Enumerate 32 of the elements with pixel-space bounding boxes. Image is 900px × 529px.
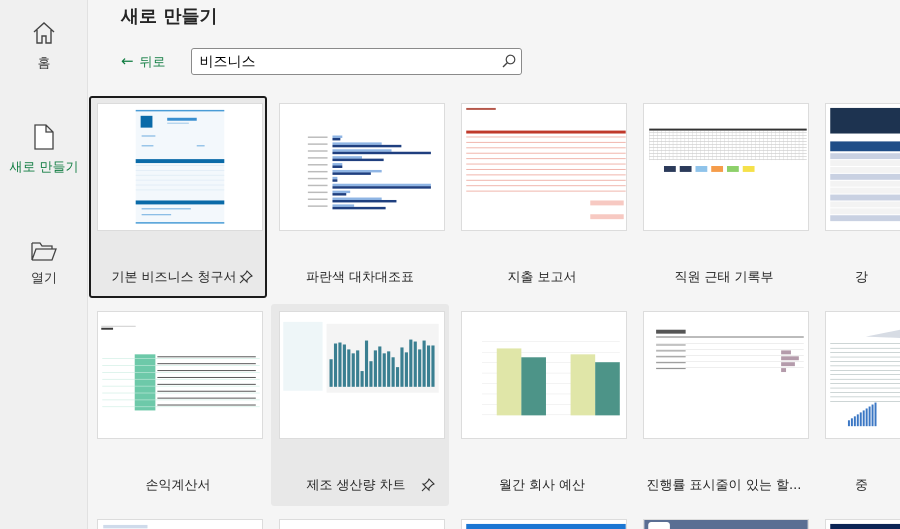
search-icon[interactable] (502, 54, 516, 68)
template-name: 손익계산서 (144, 477, 212, 495)
template-name: 직원 근태 기록부 (673, 269, 775, 287)
template-tile[interactable]: 기본 비즈니스 청구서 (89, 96, 267, 298)
template-tile[interactable]: 강 (817, 96, 900, 298)
folder-icon (31, 241, 57, 261)
template-name: 파란색 대차대조표 (304, 269, 416, 287)
template-tile[interactable]: 지출 보고서 (453, 96, 631, 298)
sidebar-item[interactable]: 홈 (0, 20, 88, 74)
page-title: 새로 만들기 (121, 6, 218, 28)
template-name: 월간 회사 예산 (498, 477, 586, 495)
template-name: 제조 생산량 차트 (305, 477, 407, 495)
template-tile[interactable]: 진행률 표시줄이 있는 할... (635, 304, 813, 506)
template-tile[interactable]: 제조 생산량 차트 (271, 304, 449, 506)
template-name: 진행률 표시줄이 있는 할... (646, 477, 802, 495)
pin-icon[interactable] (421, 478, 435, 492)
template-name: 기본 비즈니스 청구서 (111, 269, 237, 287)
template-tile[interactable]: 중 (817, 304, 900, 506)
pin-icon[interactable] (239, 270, 253, 284)
document-icon (34, 124, 54, 150)
template-tile[interactable]: 손익계산서 (89, 304, 267, 506)
sidebar-item[interactable]: 새로 만들기 (0, 124, 88, 177)
sidebar-item[interactable]: 열기 (0, 241, 88, 288)
template-tile[interactable]: 월간 회사 예산 (453, 304, 631, 506)
template-name: 강 (855, 269, 869, 287)
template-name: 중 (855, 477, 869, 495)
back-link[interactable]: ← 뒤로 (121, 50, 166, 73)
search-field[interactable]: 비즈니스 (190, 48, 522, 75)
template-tile[interactable]: 직원 근태 기록부 (635, 96, 813, 298)
template-tile[interactable]: 파란색 대차대조표 (271, 96, 449, 298)
home-icon (31, 20, 57, 46)
template-name: 지출 보고서 (506, 269, 578, 287)
